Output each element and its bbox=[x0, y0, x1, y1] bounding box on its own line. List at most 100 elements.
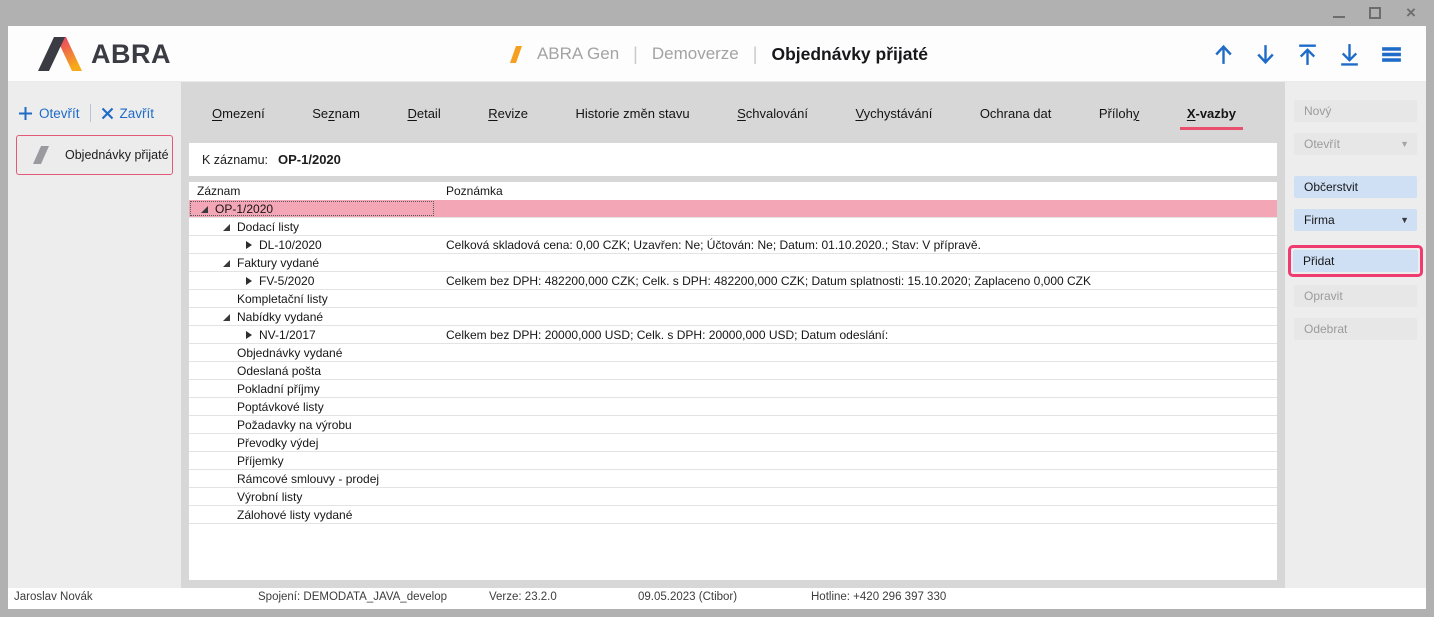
table-row[interactable]: Zálohové listy vydané bbox=[189, 506, 1277, 524]
tree-row-label: Výrobní listy bbox=[237, 490, 302, 504]
open-agenda-button[interactable]: Otevřít bbox=[18, 106, 80, 121]
table-row[interactable]: Výrobní listy bbox=[189, 488, 1277, 506]
table-row[interactable]: Faktury vydané bbox=[189, 254, 1277, 272]
table-row[interactable]: Odeslaná pošta bbox=[189, 362, 1277, 380]
new-button-label: Nový bbox=[1304, 104, 1409, 118]
header-actions bbox=[1211, 26, 1404, 82]
status-connection: Spojení: DEMODATA_JAVA_develop bbox=[258, 591, 447, 603]
table-header: Záznam Poznámka bbox=[189, 182, 1277, 200]
table-row[interactable]: Rámcové smlouvy - prodej bbox=[189, 470, 1277, 488]
status-user: Jaroslav Novák bbox=[14, 591, 93, 603]
arrow-to-bottom-icon[interactable] bbox=[1337, 42, 1362, 67]
add-button[interactable]: Přidat bbox=[1293, 250, 1418, 272]
add-button-label: Přidat bbox=[1303, 254, 1410, 268]
table-row[interactable]: Objednávky vydané bbox=[189, 344, 1277, 362]
tree-row-label: Zálohové listy vydané bbox=[237, 508, 352, 522]
slash-icon bbox=[506, 45, 523, 64]
table-row[interactable]: Převodky výdej bbox=[189, 434, 1277, 452]
tree-spacer bbox=[222, 348, 232, 358]
left-sidebar: Otevřít Zavřít Objednávky přijaté bbox=[8, 82, 181, 588]
firm-button[interactable]: Firma▼ bbox=[1294, 209, 1417, 231]
chevron-down-icon[interactable]: ▼ bbox=[1400, 139, 1409, 149]
tree-collapse-icon[interactable] bbox=[222, 222, 232, 232]
table-row[interactable]: FV-5/2020Celkem bez DPH: 482200,000 CZK;… bbox=[189, 272, 1277, 290]
tab-revize[interactable]: Revize bbox=[481, 102, 535, 130]
tab-x-vazby[interactable]: X-vazby bbox=[1180, 102, 1243, 130]
xlinks-table: Záznam Poznámka OP-1/2020 Dodací listy DL-… bbox=[189, 182, 1277, 580]
app-header: ABRA ABRA Gen | Demoverze | Objednávky p… bbox=[8, 26, 1426, 82]
tab-schvalov-n-[interactable]: Schvalování bbox=[730, 102, 815, 130]
tree-spacer bbox=[222, 366, 232, 376]
column-header-zaznam[interactable]: Záznam bbox=[189, 184, 446, 198]
tab-vychyst-v-n-[interactable]: Vychystávání bbox=[848, 102, 939, 130]
table-row[interactable]: Poptávkové listy bbox=[189, 398, 1277, 416]
window-titlebar: × bbox=[0, 0, 1434, 26]
tree-row-label: NV-1/2017 bbox=[259, 328, 316, 342]
agenda-tab-label: Objednávky přijaté bbox=[65, 148, 169, 162]
tree-expand-icon[interactable] bbox=[244, 240, 254, 250]
open-agenda-label: Otevřít bbox=[39, 106, 80, 121]
minimize-icon[interactable] bbox=[1332, 6, 1346, 20]
environment-label: Demoverze bbox=[652, 44, 739, 64]
tab-p-lohy[interactable]: Přílohy bbox=[1092, 102, 1146, 130]
close-icon[interactable]: × bbox=[1404, 6, 1418, 20]
tree-row-note: Celková skladová cena: 0,00 CZK; Uzavřen… bbox=[446, 238, 1277, 252]
table-row[interactable]: NV-1/2017 Celkem bez DPH: 20000,000 USD; … bbox=[189, 326, 1277, 344]
menu-icon[interactable] bbox=[1379, 42, 1404, 67]
remove-button-label: Odebrat bbox=[1304, 322, 1409, 336]
arrow-down-icon[interactable] bbox=[1253, 42, 1278, 67]
breadcrumb-separator: | bbox=[753, 44, 758, 65]
tab-omezen-[interactable]: Omezení bbox=[205, 102, 272, 130]
page-title: Objednávky přijaté bbox=[771, 44, 928, 65]
tree-row-note: Celkem bez DPH: 20000,000 USD; Celk. s D… bbox=[446, 328, 1277, 342]
edit-button-label: Opravit bbox=[1304, 289, 1409, 303]
right-sidebar: NovýOtevřít▼ObčerstvitFirma▼PřidatOpravi… bbox=[1285, 82, 1426, 588]
tree-spacer bbox=[222, 384, 232, 394]
tree-collapse-icon[interactable] bbox=[222, 312, 232, 322]
table-row[interactable]: DL-10/2020Celková skladová cena: 0,00 CZ… bbox=[189, 236, 1277, 254]
remove-button[interactable]: Odebrat bbox=[1294, 318, 1417, 340]
plus-icon bbox=[18, 106, 33, 121]
tree-expand-icon[interactable] bbox=[244, 276, 254, 286]
tree-row-label: Dodací listy bbox=[237, 220, 299, 234]
tree-row-label: OP-1/2020 bbox=[215, 202, 273, 216]
table-row[interactable]: OP-1/2020 bbox=[189, 200, 1277, 218]
tree-expand-icon[interactable] bbox=[244, 330, 254, 340]
tree-collapse-icon[interactable] bbox=[222, 258, 232, 268]
table-row[interactable]: Požadavky na výrobu bbox=[189, 416, 1277, 434]
table-row[interactable]: Dodací listy bbox=[189, 218, 1277, 236]
refresh-button-label: Občerstvit bbox=[1304, 180, 1409, 194]
tab-detail[interactable]: Detail bbox=[400, 102, 447, 130]
new-button[interactable]: Nový bbox=[1294, 100, 1417, 122]
firm-button-label: Firma bbox=[1304, 213, 1400, 227]
arrow-to-top-icon[interactable] bbox=[1295, 42, 1320, 67]
record-label: K záznamu: bbox=[202, 153, 268, 167]
edit-button[interactable]: Opravit bbox=[1294, 285, 1417, 307]
tab-ochrana-dat[interactable]: Ochrana dat bbox=[973, 102, 1059, 130]
table-row[interactable]: Pokladní příjmy bbox=[189, 380, 1277, 398]
tree-row-label: Kompletační listy bbox=[237, 292, 328, 306]
sidebar-item-objednavky-prijate[interactable]: Objednávky přijaté bbox=[16, 135, 173, 175]
tree-collapse-icon[interactable] bbox=[200, 204, 210, 214]
chevron-down-icon[interactable]: ▼ bbox=[1400, 215, 1409, 225]
maximize-icon[interactable] bbox=[1368, 6, 1382, 20]
close-agenda-label: Zavřít bbox=[120, 106, 155, 121]
record-bar: K záznamu: OP-1/2020 bbox=[189, 143, 1277, 176]
close-agenda-button[interactable]: Zavřít bbox=[101, 106, 155, 121]
arrow-up-icon[interactable] bbox=[1211, 42, 1236, 67]
tab-historie-zm-n-stavu[interactable]: Historie změn stavu bbox=[568, 102, 696, 130]
column-header-poznamka[interactable]: Poznámka bbox=[446, 184, 1277, 198]
refresh-button[interactable]: Občerstvit bbox=[1294, 176, 1417, 198]
record-value: OP-1/2020 bbox=[278, 152, 341, 167]
tab-seznam[interactable]: Seznam bbox=[305, 102, 367, 130]
status-version: Verze: 23.2.0 bbox=[489, 591, 557, 603]
tree-row-label: Poptávkové listy bbox=[237, 400, 324, 414]
open-button[interactable]: Otevřít▼ bbox=[1294, 133, 1417, 155]
table-row[interactable]: Příjemky bbox=[189, 452, 1277, 470]
table-row[interactable]: Kompletační listy bbox=[189, 290, 1277, 308]
open-button-label: Otevřít bbox=[1304, 137, 1400, 151]
close-icon bbox=[101, 107, 114, 120]
table-row[interactable]: Nabídky vydané bbox=[189, 308, 1277, 326]
table-rows: OP-1/2020 Dodací listy DL-10/2020Celková s… bbox=[189, 200, 1277, 524]
tree-row-label: Odeslaná pošta bbox=[237, 364, 321, 378]
